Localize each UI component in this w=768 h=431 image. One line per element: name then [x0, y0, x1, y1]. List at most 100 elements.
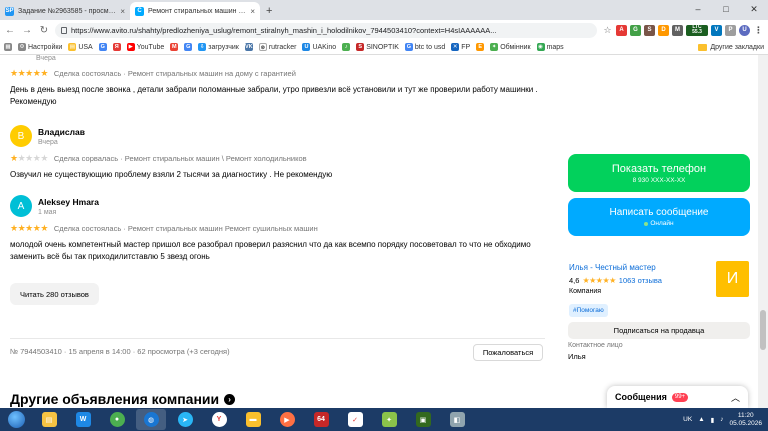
taskbar-app[interactable]: ▤: [34, 409, 64, 430]
reviewer-name[interactable]: Aleksey Hmara: [38, 197, 99, 207]
scrollbar-thumb[interactable]: [760, 310, 766, 350]
tab-task[interactable]: SP Задание №2963585 - просмотр з ×: [0, 2, 130, 20]
messages-badge: 99+: [671, 392, 689, 402]
bookmark-item[interactable]: G: [184, 43, 193, 51]
bookmark-item[interactable]: Gbtc to usd: [404, 43, 445, 51]
taskbar-app[interactable]: ▣: [408, 409, 438, 430]
language-indicator[interactable]: UK: [683, 416, 692, 423]
rating-stars: ★ ★ ★ ★ ★: [10, 223, 48, 234]
bookmark-item[interactable]: E: [476, 43, 485, 51]
review-meta: ★ ★ ★ ★ ★ Сделка состоялась · Ремонт стираль…: [10, 68, 555, 79]
bookmark-item[interactable]: ◉ maps: [536, 43, 564, 51]
bookmarks-bar: ▦ ⚙ Настройки ▤ USA G Я ▶ YouTube M G ⇩ загр…: [0, 40, 768, 55]
star-filled-icon: ★: [589, 276, 596, 285]
star-icon[interactable]: ☆: [602, 24, 613, 36]
extension-icon[interactable]: M: [672, 24, 683, 36]
taskbar-app[interactable]: ●: [102, 409, 132, 430]
profile-icon[interactable]: U: [739, 24, 750, 36]
close-icon[interactable]: ×: [250, 7, 255, 16]
chevron-up-icon[interactable]: ︿: [731, 391, 740, 404]
extension-icon[interactable]: G: [630, 24, 641, 36]
maximize-icon[interactable]: □: [712, 0, 740, 18]
section-title[interactable]: Другие объявления компании ›: [10, 391, 236, 407]
taskbar-app[interactable]: ➤: [170, 409, 200, 430]
back-icon[interactable]: ←: [4, 25, 16, 36]
read-reviews-button[interactable]: Читать 280 отзывов: [10, 283, 99, 305]
extension-icon[interactable]: D: [658, 24, 669, 36]
help-tag[interactable]: #Помогаю: [569, 304, 608, 317]
lock-icon: [61, 26, 67, 34]
bookmark-item[interactable]: ✕ FP: [451, 43, 470, 51]
bookmark-item[interactable]: ⚙ Настройки: [18, 43, 62, 51]
minimize-icon[interactable]: –: [684, 0, 712, 18]
extension-icon[interactable]: P: [725, 24, 736, 36]
seller-avatar[interactable]: И: [716, 261, 749, 297]
tab-avito[interactable]: C Ремонт стиральных машин и хол ×: [130, 2, 260, 20]
menu-icon[interactable]: ⋮: [753, 24, 764, 36]
other-bookmarks-label: Другие закладки: [710, 43, 764, 51]
apps-icon[interactable]: ▦: [4, 43, 12, 51]
bookmark-item[interactable]: U UAKino: [302, 43, 336, 51]
review-header: A Aleksey Hmara 1 мая: [10, 195, 555, 217]
arrow-right-icon[interactable]: ›: [224, 393, 236, 405]
url-input[interactable]: https://www.avito.ru/shahty/predlozheniy…: [55, 22, 597, 38]
reviewer-name[interactable]: Владислав: [38, 127, 85, 137]
taskbar-app[interactable]: 64: [306, 409, 336, 430]
extension-icon[interactable]: S: [644, 24, 655, 36]
close-icon[interactable]: ×: [120, 7, 125, 16]
extension-icon[interactable]: V: [711, 24, 722, 36]
write-message-label: Написать сообщение: [609, 207, 709, 218]
bookmark-item[interactable]: ▤ USA: [68, 43, 93, 51]
bookmark-item[interactable]: G: [98, 43, 107, 51]
globe-icon: ◍: [143, 412, 159, 427]
subscribe-button[interactable]: Подписаться на продавца: [568, 322, 750, 339]
seller-rating-value: 4,6: [569, 276, 580, 285]
extension-icon[interactable]: A: [616, 24, 627, 36]
bookmark-item[interactable]: ✦ Обмінник: [490, 43, 531, 51]
close-window-icon[interactable]: ✕: [740, 0, 768, 18]
new-tab-icon[interactable]: +: [260, 5, 278, 20]
section-title-text: Другие объявления компании: [10, 391, 220, 407]
avatar[interactable]: В: [10, 125, 32, 147]
reload-icon[interactable]: ↻: [38, 25, 50, 36]
app-icon: ✦: [381, 412, 397, 427]
bookmark-item[interactable]: Я: [112, 43, 121, 51]
taskbar-app[interactable]: ▬: [238, 409, 268, 430]
bookmark-item[interactable]: ⇩ загрузчик: [198, 43, 239, 51]
bookmark-label: YouTube: [136, 43, 165, 51]
ltc-extension-icon[interactable]: LTC 55.3: [686, 24, 708, 36]
forward-icon[interactable]: →: [21, 25, 33, 36]
taskbar-app[interactable]: W: [68, 409, 98, 430]
bookmark-item[interactable]: VK: [244, 43, 253, 51]
taskbar-app[interactable]: ◍: [136, 409, 166, 430]
scrollbar[interactable]: [758, 55, 768, 408]
show-phone-button[interactable]: Показать телефон 8 930 XXX-XX-XX: [568, 154, 750, 192]
taskbar-app[interactable]: ✓: [340, 409, 370, 430]
tray-arrow-icon[interactable]: ▲: [698, 416, 704, 423]
bookmark-label: FP: [461, 43, 471, 51]
address-bar: ← → ↻ https://www.avito.ru/shahty/predlo…: [0, 20, 768, 40]
star-empty-icon: ★: [17, 153, 26, 163]
volume-icon[interactable]: ♪: [720, 416, 723, 423]
seller-reviews-link[interactable]: 1063 отзыва: [619, 276, 662, 285]
review-deal-info: Сделка сорвалась · Ремонт стиральных маш…: [53, 154, 307, 163]
explorer-icon: ▤: [41, 412, 57, 427]
bookmark-item[interactable]: S SINOPTIK: [356, 43, 399, 51]
avatar[interactable]: A: [10, 195, 32, 217]
other-bookmarks[interactable]: Другие закладки: [698, 43, 764, 51]
report-button[interactable]: Пожаловаться: [473, 344, 543, 361]
taskbar-app[interactable]: ◧: [442, 409, 472, 430]
messages-widget[interactable]: Сообщения 99+ ︿: [607, 386, 748, 408]
bookmark-item[interactable]: ♪: [342, 43, 351, 51]
bookmark-item[interactable]: M: [170, 43, 179, 51]
bookmark-item[interactable]: ▶ YouTube: [126, 43, 165, 51]
network-icon[interactable]: ▮: [711, 416, 715, 424]
review-text: День в день выезд после звонка , детали …: [10, 85, 538, 106]
taskbar-app[interactable]: Y: [204, 409, 234, 430]
start-button[interactable]: [2, 409, 30, 430]
bookmark-item[interactable]: ⊗ rutracker: [258, 43, 296, 51]
write-message-button[interactable]: Написать сообщение Онлайн: [568, 198, 750, 236]
taskbar-app[interactable]: ▶: [272, 409, 302, 430]
clock[interactable]: 11:20 05.05.2026: [729, 412, 762, 428]
taskbar-app[interactable]: ✦: [374, 409, 404, 430]
